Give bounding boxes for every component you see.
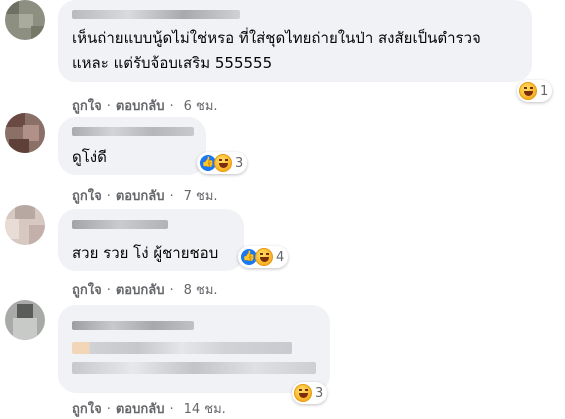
reaction-summary[interactable]: 1: [517, 80, 553, 102]
commenter-name-blurred[interactable]: [72, 321, 194, 330]
comment-text: เห็นถ่ายแบบนู้ดไม่ใช่หรอ ที่ใส่ชุดไทยถ่า…: [72, 29, 481, 47]
comment-time[interactable]: 8 ชม.: [184, 283, 218, 298]
avatar[interactable]: [5, 300, 45, 340]
reaction-count: 3: [315, 385, 324, 401]
reply-link[interactable]: ตอบกลับ: [116, 189, 165, 204]
haha-icon: [255, 248, 273, 266]
comment-text-blurred: [72, 362, 316, 374]
comment-actions: ถูกใจ · ตอบกลับ · 7 ชม.: [72, 189, 218, 204]
comment-text-blurred: [72, 342, 292, 354]
like-link[interactable]: ถูกใจ: [72, 189, 102, 204]
commenter-name-blurred[interactable]: [72, 127, 194, 136]
comment-actions: ถูกใจ · ตอบกลับ · 14 ชม.: [72, 402, 226, 417]
avatar[interactable]: [5, 205, 45, 245]
reply-link[interactable]: ตอบกลับ: [116, 283, 165, 298]
reaction-summary[interactable]: 👍 4: [238, 246, 289, 268]
haha-icon: [294, 384, 312, 402]
comment-text: ดูโง่ดี: [72, 148, 107, 166]
comment-text: แหละ แต่รับจ้อบเสริม 555555: [72, 54, 273, 72]
commenter-name-blurred[interactable]: [72, 220, 168, 229]
like-link[interactable]: ถูกใจ: [72, 99, 102, 114]
reaction-summary[interactable]: 👍 3: [197, 152, 248, 174]
reply-link[interactable]: ตอบกลับ: [116, 99, 165, 114]
reaction-count: 4: [276, 249, 285, 265]
reaction-summary[interactable]: 3: [292, 382, 328, 404]
comment-actions: ถูกใจ · ตอบกลับ · 6 ชม.: [72, 99, 218, 114]
reaction-count: 1: [540, 83, 549, 99]
avatar[interactable]: [5, 113, 45, 153]
like-link[interactable]: ถูกใจ: [72, 283, 102, 298]
comment-text: สวย รวย โง่ ผู้ชายชอบ: [72, 244, 219, 262]
reaction-count: 3: [235, 155, 244, 171]
comment-time[interactable]: 6 ชม.: [184, 99, 218, 114]
haha-icon: [519, 82, 537, 100]
comment-actions: ถูกใจ · ตอบกลับ · 8 ชม.: [72, 283, 218, 298]
haha-icon: [214, 154, 232, 172]
commenter-name-blurred[interactable]: [72, 10, 240, 19]
comment-time[interactable]: 7 ชม.: [184, 189, 218, 204]
avatar[interactable]: [5, 0, 45, 40]
